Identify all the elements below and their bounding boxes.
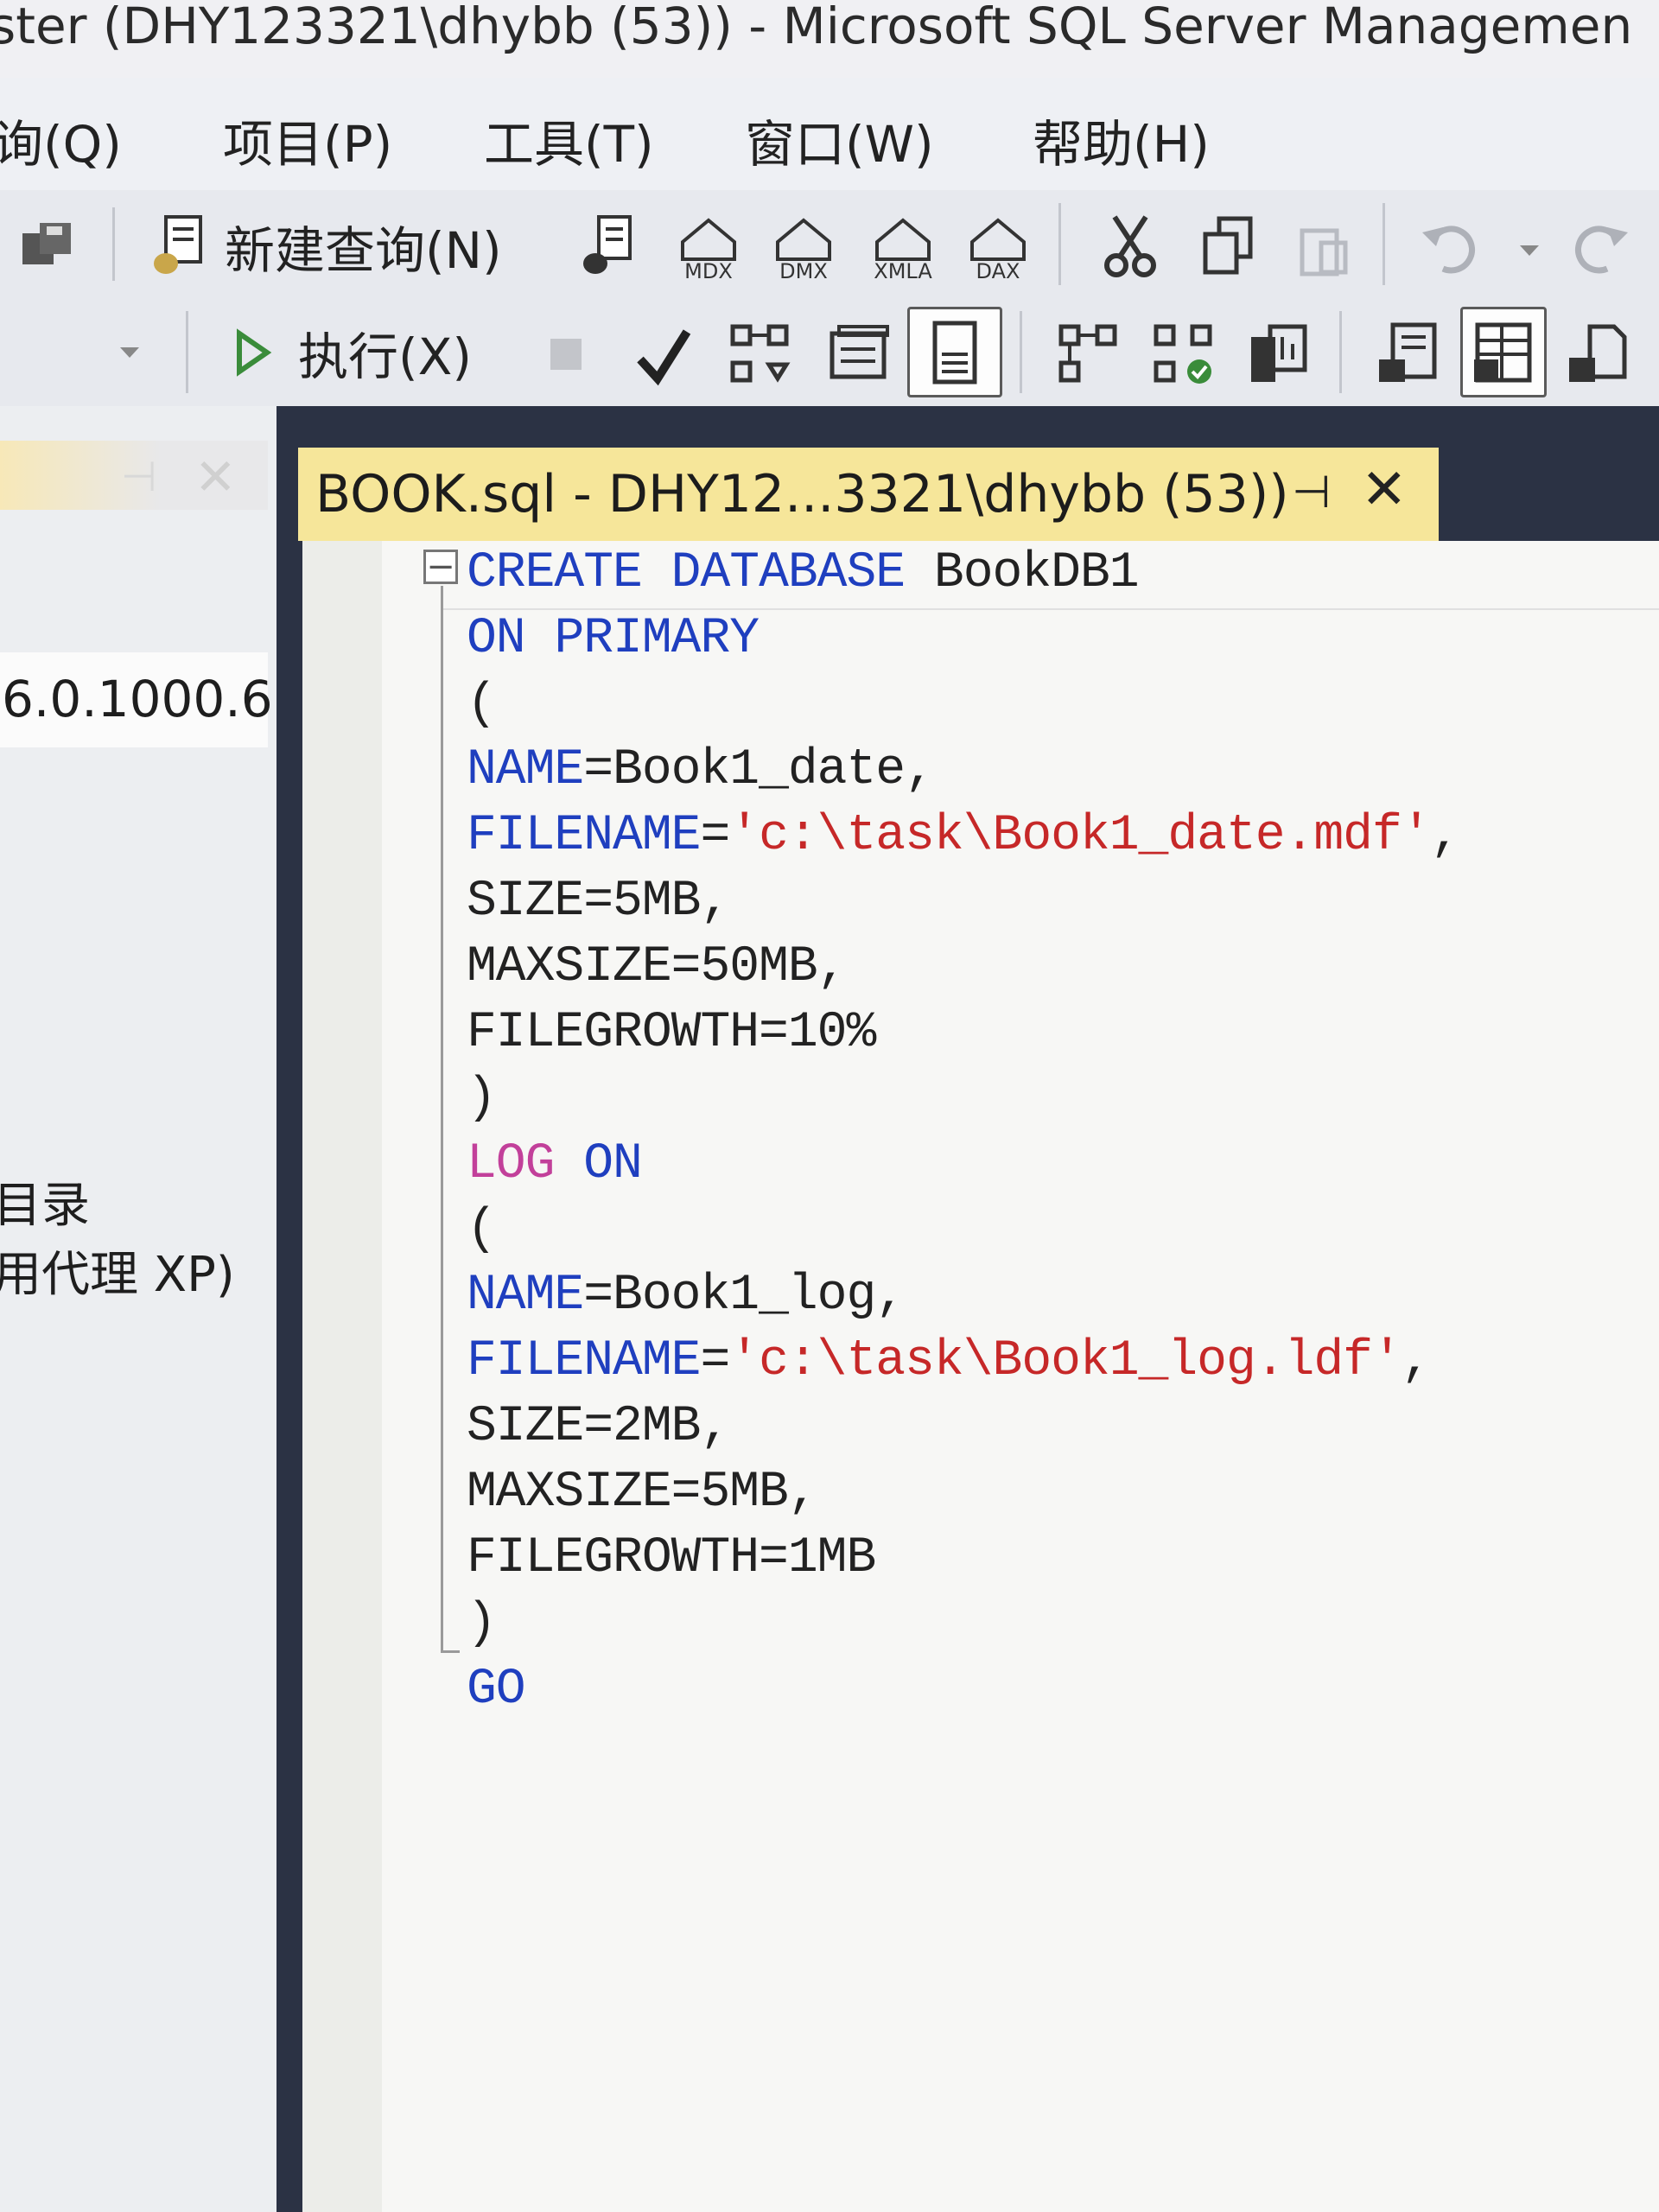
toolbar-separator — [1382, 203, 1385, 285]
code-line-12: NAME=Book1_log, — [467, 1268, 906, 1324]
results-to-text-icon[interactable] — [1370, 315, 1447, 393]
title-bar: ster (DHY123321\dhybb (53)) - Microsoft … — [0, 0, 1659, 78]
code-line-11: ( — [467, 1202, 497, 1258]
database-dropdown[interactable] — [0, 315, 156, 389]
dax-query-icon[interactable]: DAX — [959, 207, 1037, 285]
menu-window[interactable]: 窗口(W) — [745, 104, 934, 176]
new-query-label: 新建查询(N) — [225, 220, 502, 280]
results-to-grid-toggle[interactable] — [1460, 307, 1547, 397]
code-line-9: ) — [467, 1071, 497, 1127]
query-options-toggle[interactable] — [907, 307, 1002, 397]
object-explorer-header: ⊣ ✕ — [0, 441, 268, 510]
toolbar-separator — [1020, 311, 1022, 393]
redo-icon[interactable] — [1564, 207, 1633, 285]
live-statistics-icon[interactable] — [1145, 315, 1223, 393]
code-line-4: NAME=Book1_date, — [467, 742, 935, 798]
menu-project[interactable]: 项目(P) — [223, 104, 392, 176]
collapse-icon[interactable]: − — [423, 550, 458, 584]
standard-toolbar: 新建查询(N) MDX DMX XMLA DAX — [0, 190, 1659, 298]
menu-query[interactable]: 询(Q) — [0, 104, 122, 176]
client-statistics-icon[interactable] — [1240, 315, 1318, 393]
code-line-16: FILEGROWTH=1MB — [467, 1530, 876, 1586]
code-line-13: FILENAME='c:\task\Book1_log.ldf', — [467, 1333, 1432, 1389]
mdx-query-icon[interactable]: MDX — [670, 207, 747, 285]
intellisense-icon[interactable] — [821, 315, 899, 393]
results-to-file-icon[interactable] — [1560, 315, 1637, 393]
execute-label: 执行(X) — [298, 327, 472, 386]
fold-guide-end — [441, 1650, 460, 1653]
pin-icon[interactable]: ⊣ — [1292, 467, 1331, 518]
undo-icon[interactable] — [1417, 207, 1486, 285]
code-line-7: MAXSIZE=50MB, — [467, 939, 847, 995]
code-line-6: SIZE=5MB, — [467, 874, 730, 930]
actual-plan-icon[interactable] — [1050, 315, 1128, 393]
sql-editor-toolbar: 执行(X) — [0, 298, 1659, 406]
code-line-3: ( — [467, 677, 497, 733]
new-query-button[interactable]: 新建查询(N) — [147, 209, 502, 283]
menu-bar: 询(Q) 项目(P) 工具(T) 窗口(W) 帮助(H) — [0, 78, 1659, 190]
dmx-query-icon[interactable]: DMX — [765, 207, 842, 285]
tree-item-agent-xp[interactable]: 用代理 XP) — [0, 1236, 235, 1306]
svg-text:DAX: DAX — [976, 259, 1020, 283]
execute-button[interactable]: 执行(X) — [229, 315, 472, 389]
code-line-1: CREATE DATABASE BookDB1 — [467, 545, 1140, 601]
toolbar-separator — [1058, 203, 1061, 285]
svg-text:XMLA: XMLA — [874, 259, 932, 283]
code-line-14: SIZE=2MB, — [467, 1399, 730, 1455]
close-icon[interactable]: ✕ — [1361, 458, 1408, 522]
copy-icon[interactable] — [1192, 207, 1266, 285]
cut-icon[interactable] — [1093, 207, 1166, 285]
window-title: ster (DHY123321\dhybb (53)) - Microsoft … — [0, 0, 1633, 55]
stop-icon[interactable] — [540, 328, 592, 380]
tab-title: BOOK.sql - DHY12...3321\dhybb (53)) — [315, 464, 1289, 524]
tab-book-sql[interactable]: BOOK.sql - DHY12...3321\dhybb (53)) ⊣ ✕ — [298, 448, 1439, 541]
parse-check-icon[interactable] — [626, 320, 700, 393]
play-icon — [237, 327, 272, 377]
paste-icon[interactable] — [1287, 207, 1361, 285]
chevron-down-icon — [120, 346, 139, 358]
code-line-15: MAXSIZE=5MB, — [467, 1465, 818, 1521]
xmla-query-icon[interactable]: XMLA — [860, 207, 946, 285]
toolbar-separator — [1339, 311, 1342, 393]
code-line-8: FILEGROWTH=10% — [467, 1005, 876, 1061]
code-line-5: FILENAME='c:\task\Book1_date.mdf', — [467, 808, 1460, 864]
close-icon[interactable]: ✕ — [194, 448, 237, 506]
pin-icon[interactable]: ⊣ — [121, 453, 157, 501]
menu-help[interactable]: 帮助(H) — [1033, 104, 1210, 176]
save-all-icon[interactable] — [13, 212, 82, 281]
toolbar-separator — [186, 311, 188, 393]
sql-editor[interactable]: − CREATE DATABASE BookDB1 ON PRIMARY ( N… — [302, 541, 1659, 2212]
editor-gutter — [302, 541, 382, 2212]
code-line-2: ON PRIMARY — [467, 611, 760, 667]
code-line-18: GO — [467, 1662, 526, 1718]
fold-guide — [441, 586, 443, 1650]
toolbar-separator — [112, 207, 115, 281]
svg-text:MDX: MDX — [684, 259, 733, 283]
svg-text:DMX: DMX — [779, 259, 828, 283]
object-explorer-panel: ⊣ ✕ 6.0.1000.6 目录 用代理 XP) — [0, 406, 276, 2212]
database-engine-query-icon[interactable] — [575, 209, 644, 283]
undo-dropdown-icon[interactable] — [1512, 233, 1547, 268]
estimated-plan-icon[interactable] — [721, 315, 799, 393]
new-query-icon — [154, 214, 202, 274]
code-line-10: LOG ON — [467, 1136, 643, 1192]
menu-tools[interactable]: 工具(T) — [484, 104, 654, 176]
code-line-17: ) — [467, 1596, 497, 1652]
server-version[interactable]: 6.0.1000.6 — [0, 652, 273, 747]
tree-item-catalog[interactable]: 目录 — [0, 1166, 90, 1236]
